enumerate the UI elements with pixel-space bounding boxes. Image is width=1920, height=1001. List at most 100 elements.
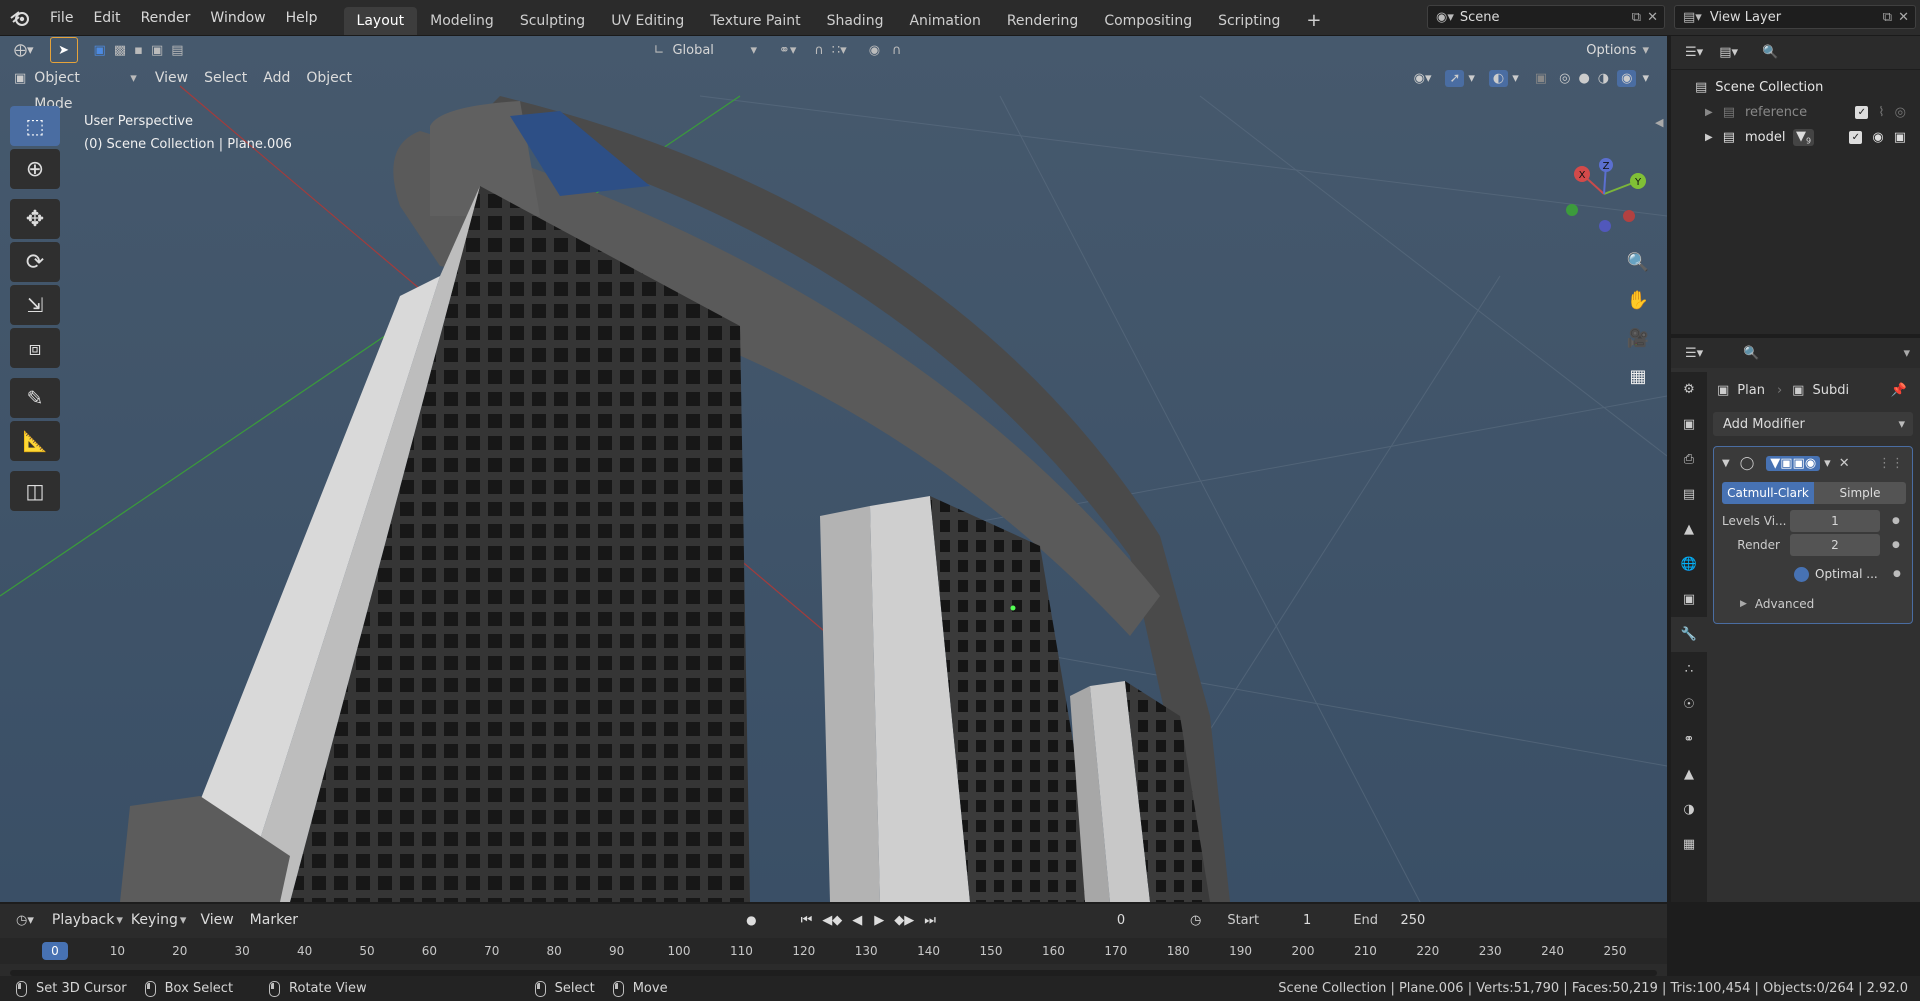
gizmo-dropdown-icon[interactable]: ▾ <box>1468 71 1475 86</box>
jump-end-icon[interactable]: ⏭ <box>924 913 936 928</box>
3d-viewport[interactable]: X Y Z ⨁▾ ➤ ▣ ▩ ▪ ▣ ▤ ∟ Global ▾ ⚭▾ ∩ ∷▾ … <box>0 36 1667 902</box>
tool-rotate[interactable]: ⟳ <box>10 242 60 282</box>
exclude-checkbox[interactable]: ✓ <box>1849 131 1863 144</box>
falloff-icon[interactable]: ∩ <box>892 43 902 58</box>
sidebar-toggle-icon[interactable]: ◀ <box>1655 116 1663 129</box>
properties-options-icon[interactable]: ▾ <box>1903 346 1910 361</box>
tool-cursor[interactable]: ⊕ <box>10 149 60 189</box>
tab-output[interactable]: ⎙ <box>1671 442 1707 477</box>
view-layer-selector[interactable]: ▤▾ View Layer ⧉ ✕ <box>1674 5 1916 29</box>
overlay-dropdown-icon[interactable]: ▾ <box>1512 71 1519 86</box>
add-workspace-button[interactable]: + <box>1293 7 1334 35</box>
current-frame-marker[interactable]: 0 <box>42 942 68 960</box>
add-menu[interactable]: Add <box>255 65 298 91</box>
keyframe-dot-icon[interactable]: ● <box>1892 516 1900 526</box>
tab-rendering[interactable]: Rendering <box>994 7 1092 35</box>
next-keyframe-icon[interactable]: ◆▶ <box>894 913 914 928</box>
auto-keying-icon[interactable]: ● <box>746 913 756 927</box>
tab-scripting[interactable]: Scripting <box>1205 7 1293 35</box>
visible-eye-icon[interactable]: ◉ <box>1872 130 1883 145</box>
render-disabled-icon[interactable]: ◎ <box>1895 105 1906 120</box>
start-frame-field[interactable]: 1 <box>1271 913 1311 928</box>
tab-render[interactable]: ▣ <box>1671 407 1707 442</box>
optimal-display-checkbox[interactable] <box>1794 566 1809 582</box>
snap-target-icon[interactable]: ∷▾ <box>832 43 847 58</box>
render-camera-icon[interactable]: ▣ <box>1894 130 1906 145</box>
mode-selector[interactable]: Object Mode <box>34 65 130 112</box>
timeline-editor-icon[interactable]: ◷▾ <box>16 913 34 928</box>
outliner-row-model[interactable]: ▶ ▤ model ▼9 ✓ ◉ ▣ <box>1671 125 1920 150</box>
properties-editor-icon[interactable]: ☰▾ <box>1685 346 1703 361</box>
tab-compositing[interactable]: Compositing <box>1091 7 1205 35</box>
tool-measure[interactable]: 📐 <box>10 421 60 461</box>
add-modifier-button[interactable]: Add Modifier ▾ <box>1713 412 1913 436</box>
transform-orientation[interactable]: Global <box>672 43 750 58</box>
pan-button[interactable]: ✋ <box>1622 284 1654 316</box>
delete-view-layer-icon[interactable]: ✕ <box>1898 10 1909 25</box>
tool-select-box[interactable]: ⬚ <box>10 106 60 146</box>
tab-modeling[interactable]: Modeling <box>417 7 507 35</box>
filter-icon[interactable]: ▼9 <box>1793 129 1815 146</box>
visibility-icon[interactable]: ◉▾ <box>1414 71 1432 86</box>
tab-tool[interactable]: ⚙ <box>1671 372 1707 407</box>
outliner-row-reference[interactable]: ▶ ▤ reference ✓ ⌇ ◎ <box>1671 100 1920 125</box>
hidden-eye-icon[interactable]: ⌇ <box>1878 105 1884 120</box>
select-menu[interactable]: Select <box>196 65 255 91</box>
keying-menu[interactable]: Keying <box>123 907 180 933</box>
snap-icon[interactable]: ∩ <box>814 43 824 58</box>
end-frame-field[interactable]: 250 <box>1393 913 1425 928</box>
editor-type-icon[interactable]: ⨁▾ <box>14 43 34 58</box>
jump-start-icon[interactable]: ⏮ <box>801 913 813 928</box>
shading-material-icon[interactable]: ◑ <box>1598 71 1609 86</box>
marker-menu[interactable]: Marker <box>242 907 306 933</box>
expand-arrow-icon[interactable]: ▶ <box>1705 132 1713 143</box>
shading-solid-icon[interactable]: ● <box>1578 71 1589 86</box>
options-button[interactable]: Options <box>1586 43 1636 58</box>
tab-material[interactable]: ◑ <box>1671 792 1707 827</box>
catmull-clark-button[interactable]: Catmull-Clark <box>1722 482 1814 504</box>
tab-particles[interactable]: ∴ <box>1671 652 1707 687</box>
tab-world[interactable]: 🌐 <box>1671 547 1707 582</box>
new-view-layer-icon[interactable]: ⧉ <box>1883 10 1892 25</box>
shading-rendered-icon[interactable]: ◉ <box>1617 69 1637 87</box>
tab-scene[interactable]: ▲ <box>1671 512 1707 547</box>
outliner-editor-icon[interactable]: ☰▾ <box>1685 45 1703 60</box>
shading-dropdown-icon[interactable]: ▾ <box>1642 71 1649 86</box>
outliner-search-icon[interactable]: 🔍 <box>1762 45 1778 60</box>
select-mode-intersect-icon[interactable]: ▤ <box>171 43 183 58</box>
outliner-scene-collection[interactable]: ▤ Scene Collection <box>1671 74 1920 100</box>
modifier-toggles[interactable]: ▼▣▣◉ <box>1766 455 1821 471</box>
render-levels-field[interactable]: 2 <box>1790 534 1880 556</box>
menu-edit[interactable]: Edit <box>83 5 130 31</box>
select-tool-icon[interactable]: ➤ <box>49 37 78 63</box>
tool-move[interactable]: ✥ <box>10 199 60 239</box>
zoom-button[interactable]: 🔍 <box>1622 246 1654 278</box>
view-menu[interactable]: View <box>147 65 196 91</box>
tab-physics[interactable]: ☉ <box>1671 687 1707 722</box>
camera-view-button[interactable]: 🎥 <box>1622 322 1654 354</box>
tool-add-cube[interactable]: ◫ <box>10 471 60 511</box>
menu-file[interactable]: File <box>40 5 83 31</box>
preview-range-icon[interactable]: ◷ <box>1190 913 1201 928</box>
tab-data[interactable]: ▲ <box>1671 757 1707 792</box>
tab-uv-editing[interactable]: UV Editing <box>598 7 697 35</box>
properties-search-icon[interactable]: 🔍 <box>1743 346 1759 361</box>
expand-arrow-icon[interactable]: ▶ <box>1705 107 1713 118</box>
drag-handle-icon[interactable]: ⋮⋮ <box>1878 456 1904 471</box>
ortho-toggle-button[interactable]: ▦ <box>1622 360 1654 392</box>
scene-selector[interactable]: ◉▾ Scene ⧉ ✕ <box>1427 5 1665 29</box>
pivot-point-icon[interactable]: ⚭▾ <box>779 43 796 58</box>
pin-icon[interactable]: 📌 <box>1891 383 1907 398</box>
play-reverse-icon[interactable]: ◀ <box>852 913 862 928</box>
modifier-dropdown-icon[interactable]: ▾ <box>1824 456 1831 471</box>
tool-scale[interactable]: ⇲ <box>10 285 60 325</box>
remove-modifier-icon[interactable]: ✕ <box>1839 456 1850 471</box>
select-mode-subtract-icon[interactable]: ▪ <box>134 43 143 58</box>
tab-view-layer[interactable]: ▤ <box>1671 477 1707 512</box>
overlay-toggle-icon[interactable]: ◐ <box>1488 69 1509 87</box>
levels-viewport-field[interactable]: 1 <box>1790 510 1880 532</box>
tab-animation[interactable]: Animation <box>896 7 993 35</box>
play-icon[interactable]: ▶ <box>874 913 884 928</box>
proportional-edit-icon[interactable]: ◉ <box>869 43 880 58</box>
blender-logo-icon[interactable] <box>0 9 40 27</box>
